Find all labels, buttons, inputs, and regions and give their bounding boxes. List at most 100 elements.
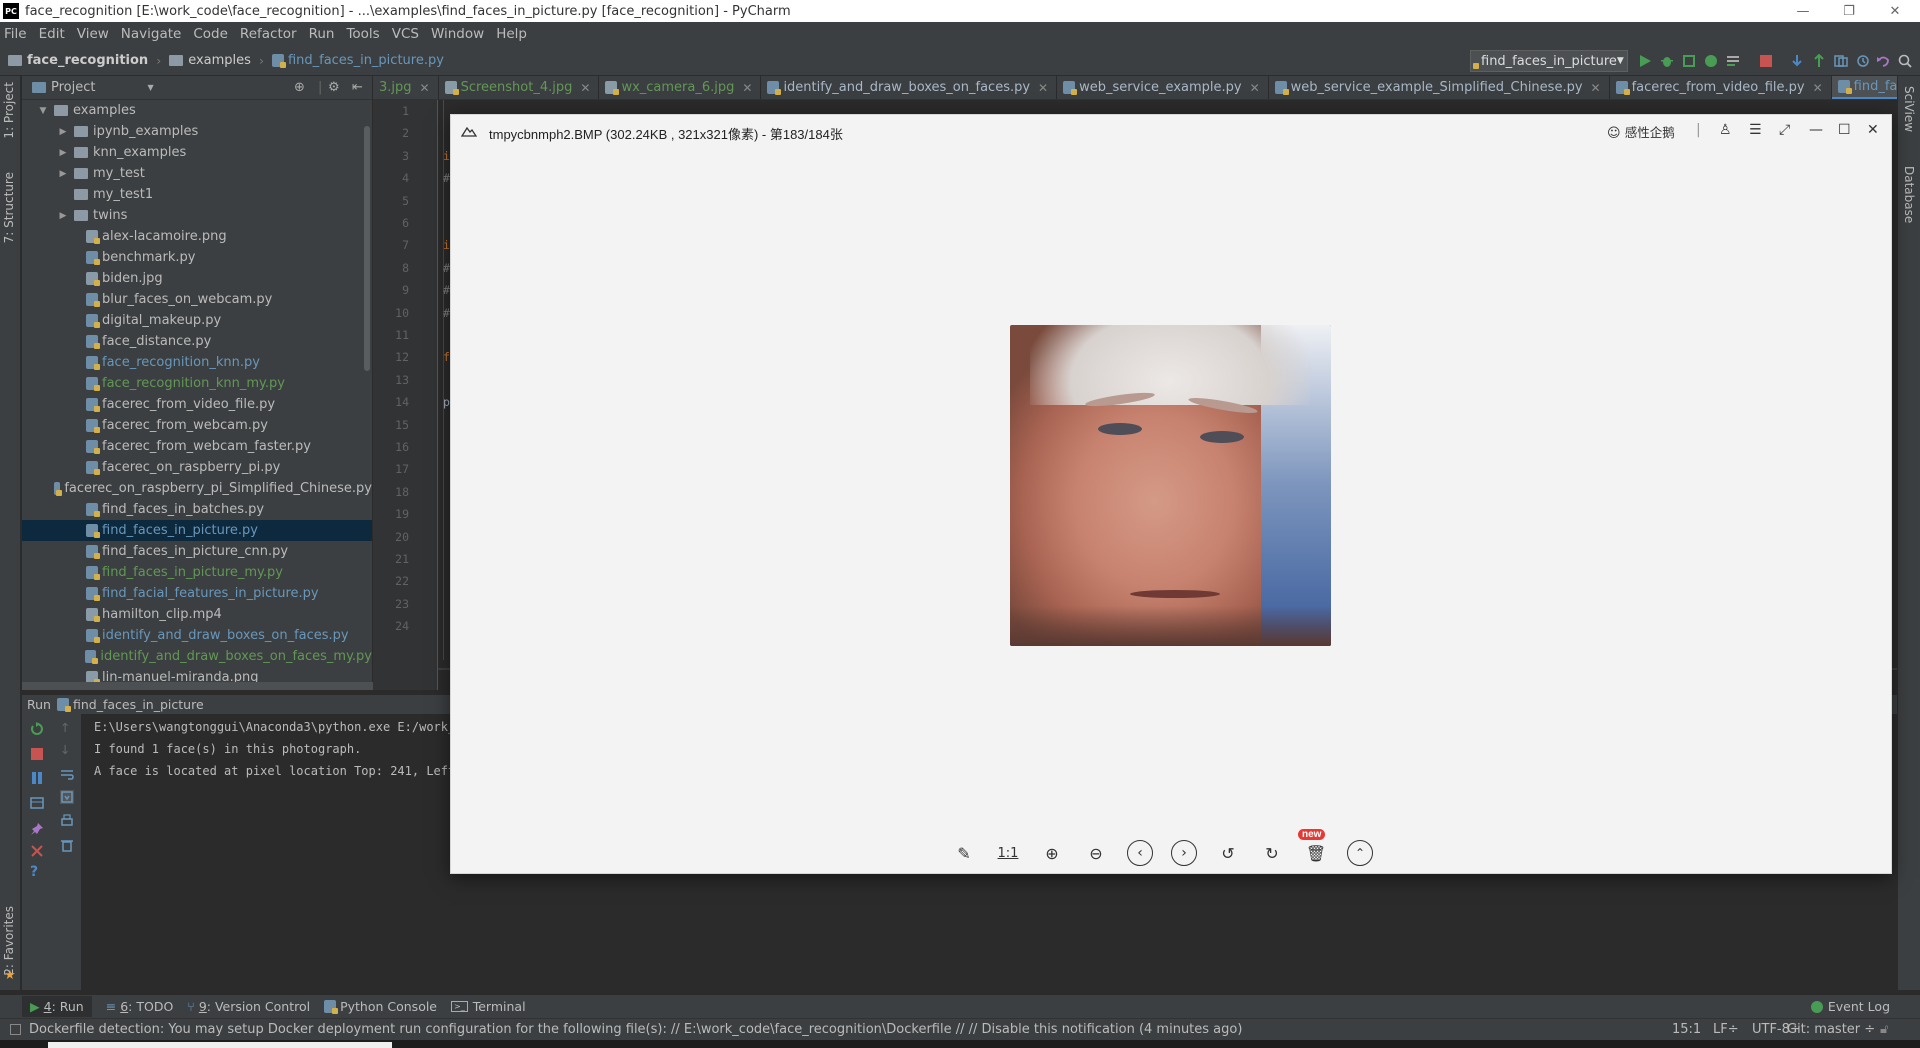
menu-code[interactable]: Code (193, 26, 228, 42)
soft-wrap-icon[interactable] (60, 768, 74, 782)
status-caret-position[interactable]: 15:1 (1672, 1022, 1701, 1037)
menu-run[interactable]: Run (309, 26, 335, 42)
restore-layout-icon[interactable] (30, 796, 44, 810)
feedback-button[interactable]: ☺ 感性企鹅 (1607, 122, 1675, 141)
displayed-photo[interactable] (1010, 325, 1331, 646)
breadcrumb-folder[interactable]: examples (169, 53, 251, 68)
tab-todo[interactable]: ≡ 6: TODO (106, 999, 174, 1014)
more-tools-button[interactable]: ⌃ (1347, 840, 1373, 866)
project-tree-item[interactable]: face_distance.py (22, 331, 372, 352)
editor-tab[interactable]: 3.jpg ✕ (373, 76, 439, 99)
stop-icon[interactable] (30, 747, 44, 761)
project-tree-item[interactable]: ▶ twins (22, 205, 372, 226)
arrow-up-icon[interactable]: ↑ (60, 720, 74, 735)
edit-icon[interactable]: ✎ (951, 840, 977, 866)
editor-tab[interactable]: web_service_example.py ✕ (1057, 76, 1269, 99)
menu-navigate[interactable]: Navigate (121, 26, 182, 42)
event-log-button[interactable]: Event Log (1810, 999, 1890, 1014)
scroll-to-end-icon[interactable] (60, 790, 74, 804)
scroll-from-source-icon[interactable]: ⊕ (294, 80, 305, 95)
status-line-separator[interactable]: LF÷ (1713, 1022, 1739, 1037)
arrow-down-icon[interactable]: ↓ (60, 742, 74, 757)
chevron-right-icon[interactable]: ▶ (58, 148, 68, 158)
previous-image-button[interactable]: ‹ (1127, 840, 1153, 866)
chevron-down-icon[interactable]: ▼ (38, 106, 48, 116)
close-window-button[interactable]: ✕ (1872, 0, 1918, 22)
project-tree-item[interactable]: facerec_from_video_file.py (22, 394, 372, 415)
run-config-selector[interactable]: find_faces_in_picture ▼ (1470, 50, 1628, 72)
run-panel-config[interactable]: find_faces_in_picture (73, 697, 204, 712)
tab-project[interactable]: 1: Project (2, 82, 16, 139)
maximize-icon[interactable]: ☐ (1838, 122, 1851, 138)
actual-size-button[interactable]: 1:1 (995, 840, 1021, 866)
project-tree-item[interactable]: digital_makeup.py (22, 310, 372, 331)
editor-tab[interactable]: find_faces_in_picture.py✕ (1831, 76, 1897, 99)
pause-icon[interactable] (30, 771, 44, 785)
close-icon[interactable] (30, 844, 44, 858)
lock-icon[interactable]: 🔓︎ (1880, 1022, 1888, 1037)
profile-icon[interactable] (1704, 54, 1718, 68)
menu-edit[interactable]: Edit (39, 26, 65, 42)
tab-version-control[interactable]: ⑂ 9: Version Control (187, 999, 310, 1014)
editor-tab[interactable]: Screenshot_4.jpg ✕ (439, 76, 600, 99)
close-tab-icon[interactable]: ✕ (742, 81, 752, 95)
skin-icon[interactable]: ♙ (1719, 122, 1732, 138)
help-icon[interactable]: ? (30, 864, 44, 880)
zoom-out-icon[interactable]: ⊖ (1083, 840, 1109, 866)
project-tree-item[interactable]: find_faces_in_picture_cnn.py (22, 541, 372, 562)
project-tree-item[interactable]: ▶ my_test (22, 163, 372, 184)
tab-structure[interactable]: 7: Structure (2, 172, 16, 243)
menu-refactor[interactable]: Refactor (240, 26, 297, 42)
minimize-icon[interactable]: — (1809, 122, 1823, 138)
close-tab-icon[interactable]: ✕ (420, 81, 430, 95)
tab-run[interactable]: ▶ 4: Run (22, 996, 92, 1017)
project-tree-item[interactable]: identify_and_draw_boxes_on_faces.py (22, 625, 372, 646)
project-tree-item[interactable]: find_faces_in_picture_my.py (22, 562, 372, 583)
tab-terminal[interactable]: >_ Terminal (451, 999, 526, 1014)
vcs-commit-icon[interactable] (1812, 54, 1826, 68)
tab-database[interactable]: Database (1902, 166, 1916, 223)
vcs-history-icon[interactable] (1856, 54, 1870, 68)
close-tab-icon[interactable]: ✕ (1591, 81, 1601, 95)
project-tree-item[interactable]: find_facial_features_in_picture.py (22, 583, 372, 604)
project-tree-item[interactable]: facerec_on_raspberry_pi.py (22, 457, 372, 478)
tab-favorites[interactable]: 2: Favorites (2, 906, 16, 976)
rerun-icon[interactable] (30, 722, 44, 736)
build-icon[interactable] (1726, 54, 1740, 68)
breadcrumb-file[interactable]: find_faces_in_picture.py (271, 53, 444, 68)
project-view-title[interactable]: Project (51, 80, 95, 95)
menu-icon[interactable]: ☰ (1749, 122, 1762, 138)
project-tree-item[interactable]: my_test1 (22, 184, 372, 205)
project-tree-item[interactable]: hamilton_clip.mp4 (22, 604, 372, 625)
menu-vcs[interactable]: VCS (392, 26, 419, 42)
chevron-right-icon[interactable]: ▶ (58, 127, 68, 137)
revert-icon[interactable] (1876, 54, 1890, 68)
editor-tab[interactable]: web_service_example_Simplified_Chinese.p… (1269, 76, 1610, 99)
project-tree-item[interactable]: ▼ examples (22, 100, 372, 121)
close-tab-icon[interactable]: ✕ (580, 81, 590, 95)
project-tree-item[interactable]: face_recognition_knn_my.py (22, 373, 372, 394)
fullscreen-icon[interactable]: ⤢ (1779, 122, 1790, 138)
close-icon[interactable]: ✕ (1867, 122, 1879, 138)
editor-tab[interactable]: facerec_from_video_file.py ✕ (1610, 76, 1832, 99)
project-tree-item[interactable]: facerec_on_raspberry_pi_Simplified_Chine… (22, 478, 372, 499)
zoom-in-icon[interactable]: ⊕ (1039, 840, 1065, 866)
hide-panel-icon[interactable]: ⇤ (352, 80, 363, 95)
menu-tools[interactable]: Tools (346, 26, 379, 42)
project-tree-item[interactable]: benchmark.py (22, 247, 372, 268)
debug-icon[interactable] (1660, 54, 1674, 68)
tab-sciview[interactable]: SciView (1902, 86, 1916, 132)
gear-icon[interactable]: ⚙ (328, 80, 340, 95)
status-message[interactable]: Dockerfile detection: You may setup Dock… (29, 1022, 1242, 1037)
project-tree-item[interactable]: ▶ ipynb_examples (22, 121, 372, 142)
menu-help[interactable]: Help (496, 26, 527, 42)
editor-tab[interactable]: identify_and_draw_boxes_on_faces.py ✕ (761, 76, 1058, 99)
vcs-update-icon[interactable] (1790, 54, 1804, 68)
project-tree-item[interactable]: alex-lacamoire.png (22, 226, 372, 247)
project-tree-item[interactable]: facerec_from_webcam_faster.py (22, 436, 372, 457)
project-scrollbar[interactable] (364, 126, 370, 371)
menu-window[interactable]: Window (431, 26, 484, 42)
project-tree-item[interactable]: face_recognition_knn.py (22, 352, 372, 373)
tab-python-console[interactable]: Python Console (324, 999, 437, 1014)
project-tree-item[interactable]: blur_faces_on_webcam.py (22, 289, 372, 310)
